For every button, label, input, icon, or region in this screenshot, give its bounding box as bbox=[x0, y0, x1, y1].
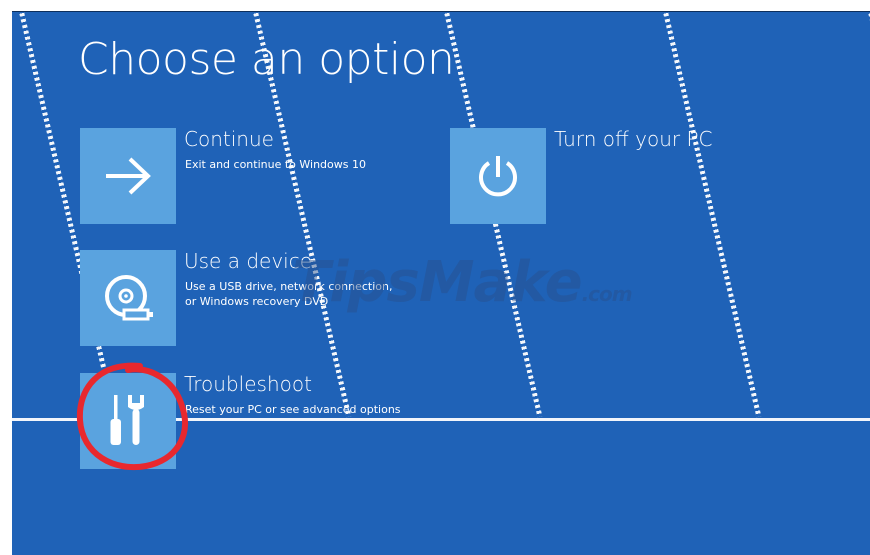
troubleshoot-tile[interactable] bbox=[80, 373, 176, 469]
disc-drive-icon bbox=[105, 275, 153, 321]
option-use-a-device[interactable]: Use a device Use a USB drive, network co… bbox=[80, 249, 410, 346]
arrow-right-icon bbox=[106, 157, 151, 195]
option-troubleshoot[interactable]: Troubleshoot Reset your PC or see advanc… bbox=[80, 372, 410, 469]
option-turn-off[interactable]: Turn off your PC bbox=[450, 127, 750, 224]
option-description: Reset your PC or see advanced options bbox=[185, 403, 401, 416]
option-description: Exit and continue to Windows 10 bbox=[185, 158, 366, 171]
option-title: Use a device bbox=[184, 249, 313, 273]
option-description: Use a USB drive, network connection, or … bbox=[185, 280, 393, 308]
tools-icon bbox=[110, 395, 144, 445]
use-a-device-tile[interactable] bbox=[80, 250, 176, 346]
power-icon bbox=[479, 156, 517, 197]
continue-tile[interactable] bbox=[80, 128, 176, 224]
option-continue[interactable]: Continue Exit and continue to Windows 10 bbox=[80, 127, 380, 224]
recovery-screen: Choose an option Continue Exit and conti… bbox=[12, 11, 870, 555]
option-title: Turn off your PC bbox=[554, 127, 713, 151]
option-title: Continue bbox=[184, 127, 274, 151]
page-title: Choose an option bbox=[78, 34, 455, 85]
option-title: Troubleshoot bbox=[184, 372, 312, 396]
turn-off-tile[interactable] bbox=[450, 128, 546, 224]
